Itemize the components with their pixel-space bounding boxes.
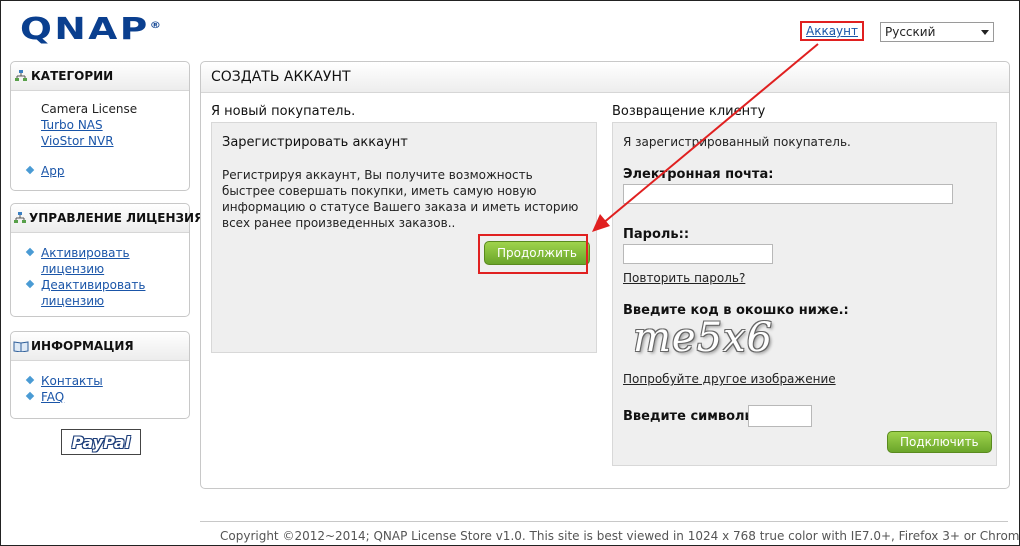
faq-link[interactable]: FAQ [41, 390, 64, 404]
sidebar-info-title: ИНФОРМАЦИЯ [31, 339, 134, 353]
register-description: Регистрируя аккаунт, Вы получите возможн… [222, 168, 579, 230]
category-item: Camera License [27, 101, 189, 117]
captcha-image: me5x6 [633, 315, 774, 361]
license-deactivate-item[interactable]: Деактивировать лицензию [25, 277, 189, 309]
captcha-input[interactable] [748, 405, 812, 427]
email-field[interactable] [623, 184, 953, 204]
diamond-bullet-icon [25, 391, 35, 401]
create-account-panel: СОЗДАТЬ АККАУНТ Я новый покупатель. Заре… [200, 61, 1010, 489]
deactivate-license-line2: лицензию [41, 294, 105, 308]
sidebar-licenses-box: УПРАВЛЕНИЕ ЛИЦЕНЗИЯМИ Активировать лиценз… [10, 203, 225, 317]
activate-license-line1: Активировать [41, 246, 130, 260]
register-box-title: Зарегистрировать аккаунт [222, 135, 408, 150]
logo-registered-mark: ® [149, 21, 162, 31]
deactivate-license-link[interactable]: Деактивировать лицензию [41, 278, 145, 308]
page-title: СОЗДАТЬ АККАУНТ [201, 62, 1009, 93]
category-item[interactable]: VioStor NVR [27, 133, 189, 149]
sitemap-icon [13, 69, 29, 83]
deactivate-license-line1: Деактивировать [41, 278, 146, 292]
forgot-password-link[interactable]: Повторить пароль? [623, 271, 745, 285]
info-faq-item[interactable]: FAQ [25, 389, 189, 405]
returning-customer-heading: Возвращение клиенту [612, 104, 766, 119]
category-app-link[interactable]: App [41, 164, 64, 178]
category-turbo-nas-link[interactable]: Turbo NAS [41, 118, 103, 132]
activate-license-line2: лицензию [41, 262, 105, 276]
symbols-label: Введите символы: [623, 409, 762, 424]
footer-copyright: Copyright ©2012~2014; QNAP License Store… [220, 529, 1020, 543]
paypal-logo-text: PayPal [71, 432, 131, 452]
diamond-bullet-icon [25, 165, 35, 175]
sidebar-categories-title: КАТЕГОРИИ [31, 69, 114, 83]
contacts-link[interactable]: Контакты [41, 374, 103, 388]
category-item[interactable]: Turbo NAS [27, 117, 189, 133]
diamond-bullet-icon [25, 247, 35, 257]
sitemap-icon [13, 211, 27, 225]
language-selected-value: Русский [885, 25, 936, 39]
sidebar-info-box: ИНФОРМАЦИЯ Контакты FAQ [10, 331, 190, 419]
sidebar-categories-box: КАТЕГОРИИ Camera License Turbo NAS VioSt… [10, 61, 190, 191]
footer-divider [200, 521, 1008, 522]
activate-license-link[interactable]: Активировать лицензию [41, 246, 130, 276]
qnap-logo[interactable]: QNAP® [20, 12, 161, 47]
paypal-badge[interactable]: PayPal [61, 429, 141, 455]
category-viostor-nvr-link[interactable]: VioStor NVR [41, 134, 114, 148]
captcha-refresh-link[interactable]: Попробуйте другое изображение [623, 372, 836, 386]
book-icon [13, 339, 29, 353]
info-contacts-item[interactable]: Контакты [25, 373, 189, 389]
account-link[interactable]: Аккаунт [800, 21, 864, 41]
license-activate-item[interactable]: Активировать лицензию [25, 245, 189, 277]
sidebar-licenses-title: УПРАВЛЕНИЕ ЛИЦЕНЗИЯМИ [29, 211, 226, 225]
returning-customer-box: Я зарегистрированный покупатель. Электро… [612, 122, 997, 466]
diamond-bullet-icon [25, 279, 35, 289]
category-camera-license: Camera License [41, 102, 138, 116]
continue-highlight-frame [478, 234, 588, 274]
login-button[interactable]: Подключить [887, 431, 992, 453]
sidebar-info-header: ИНФОРМАЦИЯ [11, 332, 189, 361]
sidebar-categories-header: КАТЕГОРИИ [11, 62, 189, 91]
new-customer-heading: Я новый покупатель. [211, 104, 356, 119]
email-label: Электронная почта: [623, 167, 774, 182]
language-select[interactable]: Русский [880, 22, 994, 42]
registered-intro: Я зарегистрированный покупатель. [623, 135, 851, 149]
password-label: Пароль:: [623, 227, 690, 242]
logo-text: QNAP [20, 12, 150, 47]
sidebar-licenses-header: УПРАВЛЕНИЕ ЛИЦЕНЗИЯМИ [11, 204, 225, 233]
diamond-bullet-icon [25, 375, 35, 385]
dropdown-arrow-icon [981, 30, 989, 35]
password-field[interactable] [623, 244, 773, 264]
category-item[interactable]: App [25, 163, 189, 179]
